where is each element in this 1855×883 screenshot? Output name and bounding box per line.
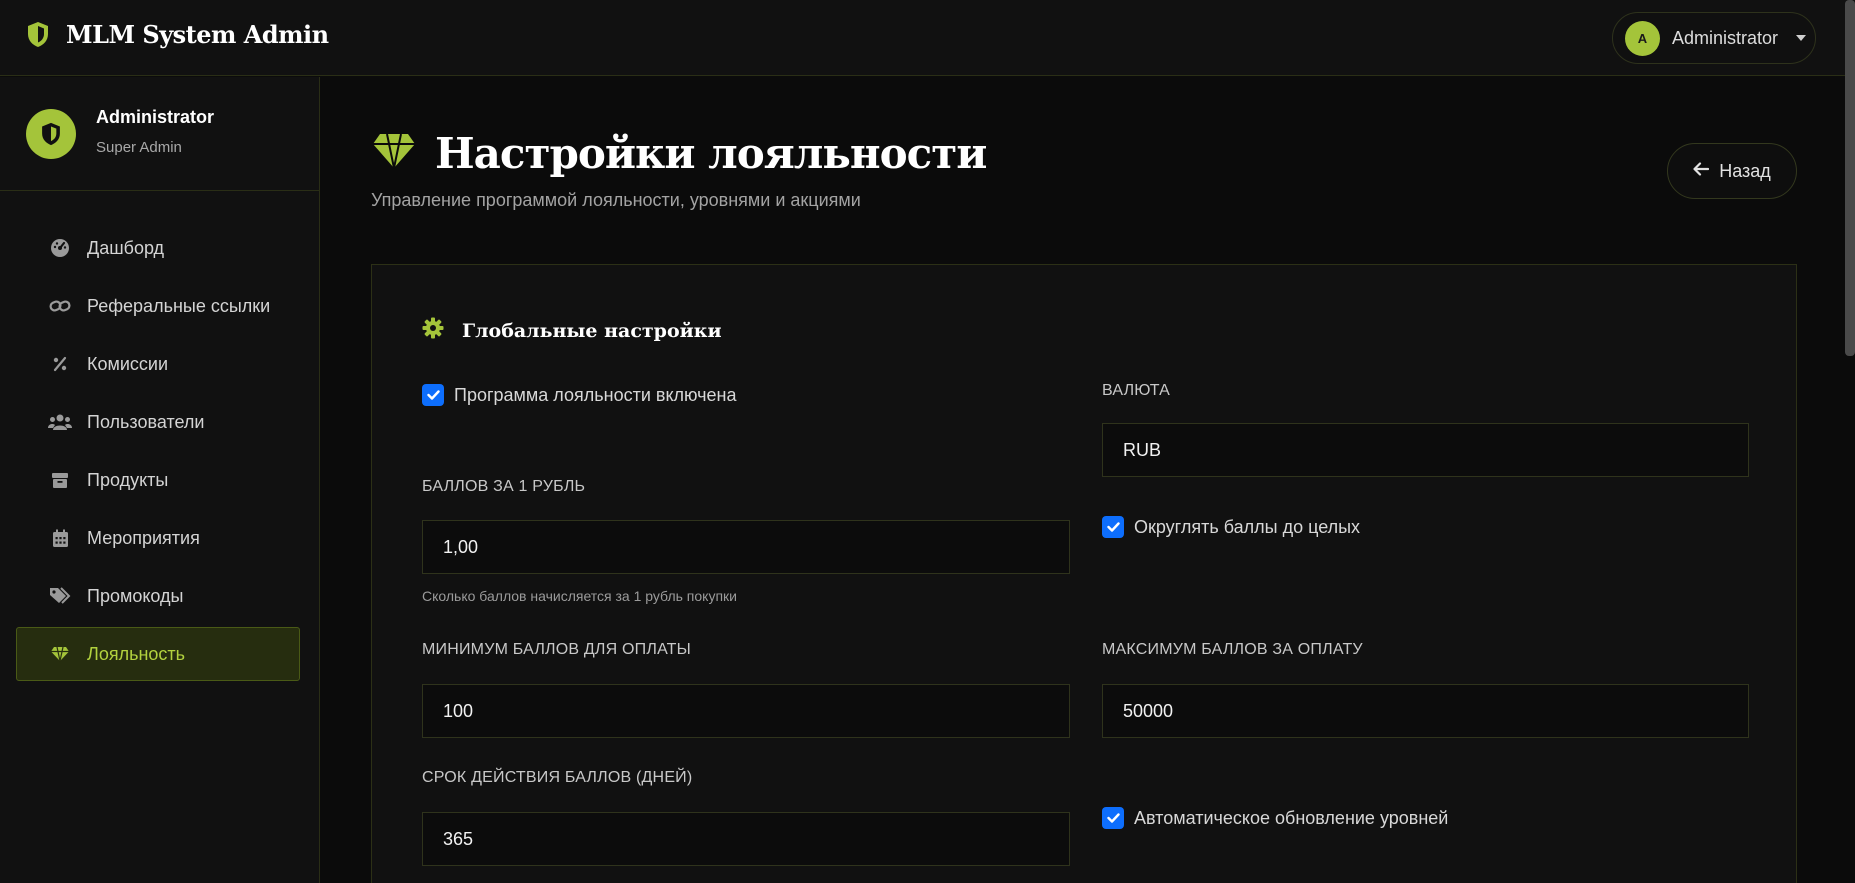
sidebar-profile: Administrator Super Admin: [0, 77, 320, 191]
expiry-days-input[interactable]: [422, 812, 1070, 866]
page-header: Настройки лояльности: [371, 129, 987, 178]
main-content: Настройки лояльности Управление программ…: [321, 77, 1855, 883]
sidebar-item-promocodes[interactable]: Промокоды: [16, 569, 300, 623]
global-settings-card: Глобальные настройки Программа лояльност…: [371, 264, 1797, 883]
round-points-checkbox[interactable]: Округлять баллы до целых: [1102, 516, 1360, 538]
percent-icon: [47, 356, 73, 372]
user-menu-dropdown[interactable]: A Administrator: [1612, 12, 1816, 64]
program-enabled-label: Программа лояльности включена: [454, 384, 737, 405]
users-icon: [47, 413, 73, 431]
expiry-days-label: СРОК ДЕЙСТВИЯ БАЛЛОВ (ДНЕЙ): [422, 769, 693, 786]
sidebar-item-products[interactable]: Продукты: [16, 453, 300, 507]
sidebar-item-label: Лояльность: [87, 643, 186, 664]
shield-icon: [42, 122, 60, 146]
brand[interactable]: MLM System Admin: [26, 20, 329, 49]
sidebar-item-loyalty[interactable]: Лояльность: [16, 627, 300, 681]
dashboard-gauge-icon: [47, 238, 73, 258]
sidebar-item-label: Комиссии: [87, 353, 169, 374]
back-button[interactable]: Назад: [1667, 143, 1797, 199]
auto-levels-label: Автоматическое обновление уровней: [1134, 807, 1449, 828]
profile-role: Super Admin: [96, 139, 182, 156]
profile-name: Administrator: [96, 107, 215, 127]
max-points-label: МАКСИМУМ БАЛЛОВ ЗА ОПЛАТУ: [1102, 641, 1363, 658]
sidebar-nav: Дашборд Реферальные ссылки Комиссии Поль…: [16, 221, 300, 685]
page-title: Настройки лояльности: [435, 129, 987, 178]
sidebar-item-label: Реферальные ссылки: [87, 295, 271, 316]
sidebar-item-label: Дашборд: [87, 237, 165, 258]
user-avatar: A: [1625, 20, 1660, 56]
sidebar-item-label: Мероприятия: [87, 527, 200, 548]
app-title: MLM System Admin: [66, 20, 329, 49]
checkmark-icon: [1102, 807, 1124, 829]
points-per-ruble-help: Сколько баллов начисляется за 1 рубль по…: [422, 588, 737, 604]
sidebar-item-commissions[interactable]: Комиссии: [16, 337, 300, 391]
tags-icon: [47, 587, 73, 605]
sidebar-item-referral-links[interactable]: Реферальные ссылки: [16, 279, 300, 333]
checkmark-icon: [1102, 516, 1124, 538]
card-title: Глобальные настройки: [462, 319, 722, 342]
link-icon: [47, 298, 73, 314]
profile-avatar: [26, 109, 76, 159]
checkmark-icon: [422, 384, 444, 406]
currency-input[interactable]: [1102, 423, 1749, 477]
max-points-input[interactable]: [1102, 684, 1749, 738]
sidebar-item-label: Промокоды: [87, 585, 184, 606]
user-menu-name: Administrator: [1672, 27, 1779, 48]
program-enabled-checkbox[interactable]: Программа лояльности включена: [422, 384, 737, 406]
top-navbar: MLM System Admin A Administrator: [0, 0, 1855, 76]
gem-icon: [47, 646, 73, 662]
page-scrollbar[interactable]: [1845, 0, 1855, 356]
sidebar-item-events[interactable]: Мероприятия: [16, 511, 300, 565]
auto-levels-checkbox[interactable]: Автоматическое обновление уровней: [1102, 807, 1448, 829]
shield-logo-icon: [26, 21, 50, 48]
arrow-left-icon: [1693, 161, 1710, 181]
card-header: Глобальные настройки: [422, 317, 722, 344]
points-per-ruble-label: БАЛЛОВ ЗА 1 РУБЛЬ: [422, 478, 586, 495]
chevron-down-icon: [1796, 35, 1807, 41]
gem-icon: [371, 132, 417, 175]
page-subtitle: Управление программой лояльности, уровня…: [371, 190, 861, 210]
gear-icon: [422, 317, 444, 344]
back-button-label: Назад: [1719, 160, 1771, 181]
min-points-label: МИНИМУМ БАЛЛОВ ДЛЯ ОПЛАТЫ: [422, 641, 692, 658]
currency-label: ВАЛЮТА: [1102, 382, 1171, 399]
calendar-icon: [47, 529, 73, 548]
min-points-input[interactable]: [422, 684, 1070, 738]
sidebar-item-label: Продукты: [87, 469, 169, 490]
sidebar-item-dashboard[interactable]: Дашборд: [16, 221, 300, 275]
round-points-label: Округлять баллы до целых: [1134, 516, 1361, 537]
sidebar-item-label: Пользователи: [87, 411, 205, 432]
box-icon: [47, 471, 73, 489]
points-per-ruble-input[interactable]: [422, 520, 1070, 574]
sidebar-item-users[interactable]: Пользователи: [16, 395, 300, 449]
sidebar: Administrator Super Admin Дашборд Рефера…: [0, 77, 320, 883]
